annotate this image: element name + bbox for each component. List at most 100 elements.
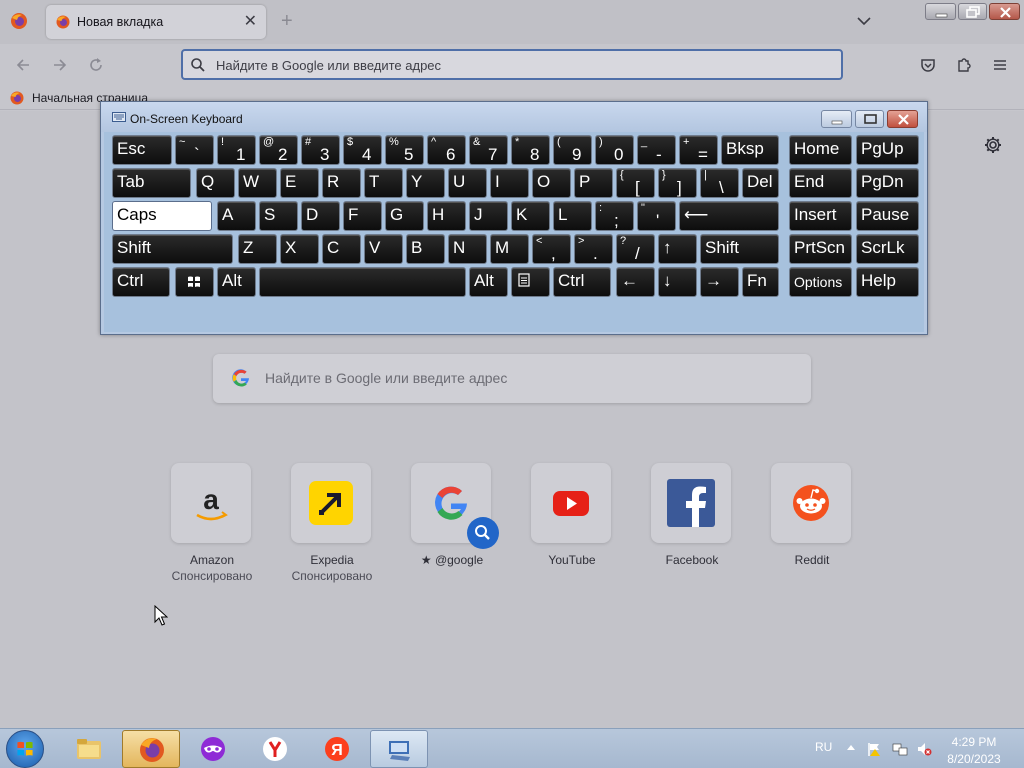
key-,[interactable]: <, xyxy=(532,234,571,264)
key--[interactable]: _ - xyxy=(637,135,676,165)
key-t[interactable]: T xyxy=(364,168,403,198)
key-insert[interactable]: Insert xyxy=(789,201,852,231)
language-indicator[interactable]: RU xyxy=(815,740,832,754)
key-shift[interactable]: Shift xyxy=(112,234,233,264)
tab-new-tab[interactable]: Новая вкладка ✕ xyxy=(46,5,266,39)
key-fn[interactable]: Fn xyxy=(742,267,779,297)
key-n[interactable]: N xyxy=(448,234,487,264)
volume-muted-icon[interactable] xyxy=(916,741,932,757)
osk-maximize-button[interactable] xyxy=(855,110,884,128)
taskbar-yandex[interactable]: Я xyxy=(308,730,366,768)
key-7[interactable]: & 7 xyxy=(469,135,508,165)
key-g[interactable]: G xyxy=(385,201,424,231)
osk-close-button[interactable] xyxy=(887,110,918,128)
key-1[interactable]: ! 1 xyxy=(217,135,256,165)
key-esc[interactable]: Esc xyxy=(112,135,172,165)
key-.[interactable]: >. xyxy=(574,234,613,264)
key-;[interactable]: :; xyxy=(595,201,634,231)
restore-button[interactable] xyxy=(958,3,987,20)
shortcut-tile-amazon[interactable]: a Amazon Спонсировано xyxy=(157,463,267,593)
key-2[interactable]: @2 xyxy=(259,135,298,165)
key-r[interactable]: R xyxy=(322,168,361,198)
key-w[interactable]: W xyxy=(238,168,277,198)
address-bar[interactable] xyxy=(181,49,843,80)
shortcut-tile-google[interactable]: ★ @google xyxy=(397,463,507,593)
key-options[interactable]: Options xyxy=(789,267,852,297)
key-h[interactable]: H xyxy=(427,201,466,231)
shortcut-tile-facebook[interactable]: Facebook xyxy=(637,463,747,593)
close-tab-icon[interactable]: ✕ xyxy=(244,11,257,31)
key-⟵[interactable]: ⟵ xyxy=(679,201,779,231)
key-shift[interactable]: Shift xyxy=(700,234,779,264)
taskbar-on-screen-keyboard[interactable] xyxy=(370,730,428,768)
key-k[interactable]: K xyxy=(511,201,550,231)
key-tab[interactable]: Tab xyxy=(112,168,191,198)
key-\[interactable]: | \ xyxy=(700,168,739,198)
key-alt[interactable]: Alt xyxy=(217,267,256,297)
shortcut-tile-youtube[interactable]: YouTube xyxy=(517,463,627,593)
start-button[interactable] xyxy=(6,730,44,768)
key-`[interactable]: ~ ` xyxy=(175,135,214,165)
minimize-button[interactable] xyxy=(925,3,956,20)
network-icon[interactable] xyxy=(892,741,908,757)
chevron-down-icon[interactable] xyxy=(855,12,873,30)
key-j[interactable]: J xyxy=(469,201,508,231)
key-↓[interactable]: ↓ xyxy=(658,267,697,297)
taskbar-explorer[interactable] xyxy=(60,730,118,768)
key-8[interactable]: * 8 xyxy=(511,135,550,165)
new-tab-plus-icon[interactable]: + xyxy=(281,10,293,33)
key-'[interactable]: " ' xyxy=(637,201,676,231)
shortcut-tile-expedia[interactable]: Expedia Спонсировано xyxy=(277,463,387,593)
osk-title-bar[interactable]: On-Screen Keyboard xyxy=(101,102,927,132)
space-key[interactable] xyxy=(259,267,466,297)
windows-logo-key[interactable] xyxy=(175,267,214,297)
key-o[interactable]: O xyxy=(532,168,571,198)
key-f[interactable]: F xyxy=(343,201,382,231)
taskbar-firefox[interactable] xyxy=(122,730,180,768)
pocket-icon[interactable] xyxy=(919,56,937,74)
hamburger-menu-icon[interactable] xyxy=(991,56,1009,74)
firefox-menu-icon[interactable] xyxy=(10,12,28,30)
menu-key-key[interactable] xyxy=(511,267,550,297)
gear-icon[interactable] xyxy=(983,135,1003,155)
key-ctrl[interactable]: Ctrl xyxy=(553,267,611,297)
key-pause[interactable]: Pause xyxy=(856,201,919,231)
osk-minimize-button[interactable] xyxy=(821,110,852,128)
key-help[interactable]: Help xyxy=(856,267,919,297)
key-i[interactable]: I xyxy=(490,168,529,198)
key-e[interactable]: E xyxy=(280,168,319,198)
key-bksp[interactable]: Bksp xyxy=(721,135,779,165)
key-del[interactable]: Del xyxy=(742,168,779,198)
close-window-button[interactable] xyxy=(989,3,1020,20)
key-6[interactable]: ^ 6 xyxy=(427,135,466,165)
key-u[interactable]: U xyxy=(448,168,487,198)
back-arrow-icon[interactable] xyxy=(14,56,32,74)
key-m[interactable]: M xyxy=(490,234,529,264)
key-p[interactable]: P xyxy=(574,168,613,198)
key-scrlk[interactable]: ScrLk xyxy=(856,234,919,264)
key-9[interactable]: (9 xyxy=(553,135,592,165)
key-home[interactable]: Home xyxy=(789,135,852,165)
key-][interactable]: }] xyxy=(658,168,697,198)
key-c[interactable]: C xyxy=(322,234,361,264)
shortcut-tile-reddit[interactable]: Reddit xyxy=(757,463,867,593)
key-pgdn[interactable]: PgDn xyxy=(856,168,919,198)
key-alt[interactable]: Alt xyxy=(469,267,508,297)
key-3[interactable]: #3 xyxy=(301,135,340,165)
taskbar-private-browser[interactable] xyxy=(184,730,242,768)
newtab-search-box[interactable]: Найдите в Google или введите адрес xyxy=(213,354,811,403)
key-b[interactable]: B xyxy=(406,234,445,264)
show-hidden-icons-icon[interactable] xyxy=(846,743,856,751)
key-q[interactable]: Q xyxy=(196,168,235,198)
key-pgup[interactable]: PgUp xyxy=(856,135,919,165)
key-caps[interactable]: Caps xyxy=(112,201,212,231)
key-v[interactable]: V xyxy=(364,234,403,264)
key-↑[interactable]: ↑ xyxy=(658,234,697,264)
key-x[interactable]: X xyxy=(280,234,319,264)
key-=[interactable]: + = xyxy=(679,135,718,165)
key-end[interactable]: End xyxy=(789,168,852,198)
key-a[interactable]: A xyxy=(217,201,256,231)
key-l[interactable]: L xyxy=(553,201,592,231)
clock-date[interactable]: 8/20/2023 xyxy=(940,752,1008,766)
key-ctrl[interactable]: Ctrl xyxy=(112,267,170,297)
